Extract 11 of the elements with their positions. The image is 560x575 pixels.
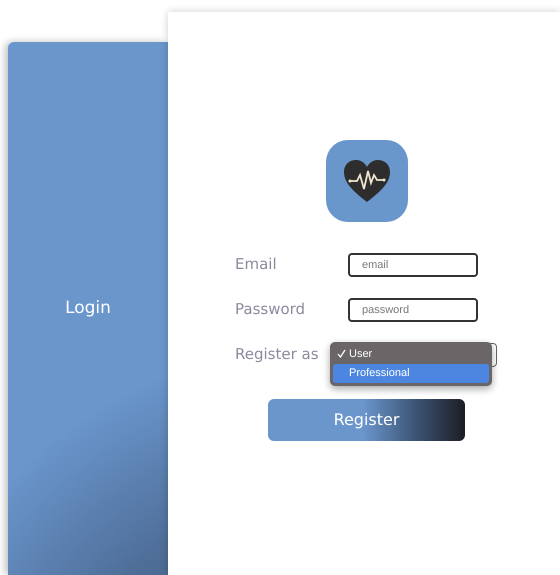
dropdown-option[interactable]: Professional (333, 364, 489, 382)
field-label: Password (235, 299, 306, 320)
login-panel[interactable]: Login (8, 42, 168, 575)
field-label: Email (235, 254, 278, 276)
input-field[interactable]: email (348, 252, 478, 276)
field-label: Register as (235, 344, 320, 366)
dropdown-option[interactable]: User (333, 344, 489, 364)
input-field[interactable]: password (348, 298, 478, 322)
register-button[interactable]: Register (268, 399, 465, 441)
login-tab-label[interactable]: Login (65, 296, 111, 322)
heart-pulse-icon (343, 159, 391, 203)
